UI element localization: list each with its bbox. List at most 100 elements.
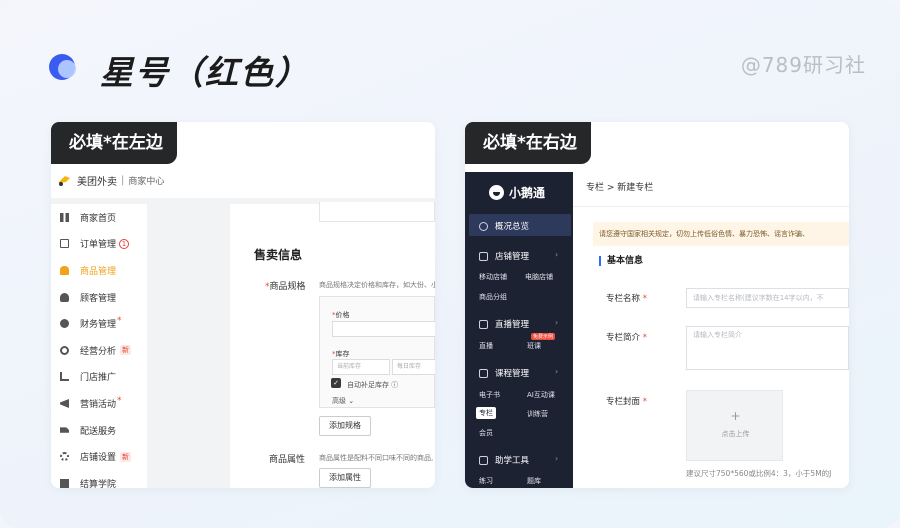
spec-hint: 商品规格决定价格和库存，如大份、小 (319, 281, 435, 289)
xiaoe-logo-icon (489, 184, 504, 200)
column-name-input[interactable]: 请输入专栏名称(建议字数在14字以内，不 (686, 288, 849, 308)
chevron-right-icon: › (555, 318, 559, 327)
menu-sub-question-bank[interactable]: 题库 (527, 476, 541, 486)
page-title: 星号（红色） (100, 53, 310, 92)
attr-hint: 商品属性是配料不同口味不同的商品, (319, 454, 434, 462)
sidebar-item-label: 营销活动 (80, 399, 117, 410)
menu-overview[interactable]: 概况总览 (479, 220, 529, 232)
new-dot: * (117, 396, 122, 407)
menu-sub-ai-course[interactable]: AI互动课 (527, 390, 555, 400)
menu-course-management[interactable]: 课程管理 (479, 367, 529, 379)
sidebar-item-label: 商品管理 (80, 266, 117, 277)
brand-watermark: @789研习社 (740, 53, 866, 77)
sidebar-item-delivery[interactable]: 配送服务 (51, 417, 147, 444)
sidebar-item-customers[interactable]: 顾客管理 (51, 284, 147, 311)
menu-sub-goods-group[interactable]: 商品分组 (479, 292, 507, 302)
compliance-notice: 请您遵守国家相关规定，切勿上传低俗色情、暴力恐怖、谣言诈骗、 (593, 222, 849, 246)
header-separator: | (121, 174, 125, 186)
xiaoe-logo: 小鹅通 (465, 172, 573, 212)
new-badge: 新 (120, 451, 132, 462)
meituan-header: 美团外卖 | 商家中心 (51, 166, 435, 194)
sidebar-item-store-settings[interactable]: 店铺设置 新 (51, 443, 147, 470)
store-icon (479, 251, 488, 261)
menu-sub-pc-store[interactable]: 电脑店铺 (525, 272, 553, 282)
menu-sub-mobile-store[interactable]: 移动店铺 (479, 272, 507, 282)
dashboard-icon (479, 221, 488, 231)
stock-label: *库存 (332, 350, 350, 358)
spec-label: *商品规格 (265, 282, 306, 292)
column-cover-label: 专栏封面 * (606, 397, 647, 407)
chevron-right-icon: › (555, 367, 559, 376)
sidebar-item-label: 商家首页 (80, 213, 117, 224)
auto-restock-checkbox[interactable]: ✓ (331, 378, 341, 388)
finance-icon (60, 319, 69, 329)
price-label: *价格 (332, 311, 350, 319)
sidebar-item-marketing[interactable]: 营销活动 * (51, 390, 147, 417)
menu-live-management[interactable]: 直播管理 (479, 318, 529, 330)
upload-hint: 建议尺寸750*560或比例4：3，小于5M的J (686, 469, 832, 478)
menu-store-management[interactable]: 店铺管理 (479, 250, 529, 262)
menu-sub-practice[interactable]: 练习 (479, 476, 493, 486)
upload-label: 点击上传 (721, 430, 750, 438)
cover-upload-box[interactable]: + 点击上传 (686, 390, 783, 461)
title-bullet-icon (49, 54, 76, 80)
chevron-right-icon: › (555, 454, 559, 463)
promo-icon (60, 372, 69, 382)
column-intro-textarea[interactable]: 请输入专栏简介 (686, 326, 849, 370)
right-example-card: 必填*在右边 小鹅通 概况总览 店铺管理 › 移动店铺 电脑店铺 商品分组 直播… (465, 122, 849, 488)
sidebar-item-goods[interactable]: 商品管理 (51, 257, 147, 284)
menu-sub-member[interactable]: 会员 (479, 428, 493, 438)
sidebar-item-school[interactable]: 结算学院 (51, 470, 147, 488)
sidebar-item-finance[interactable]: 财务管理 * (51, 310, 147, 337)
sidebar-item-label: 顾客管理 (80, 293, 117, 304)
price-input[interactable] (332, 321, 435, 337)
course-icon (479, 368, 488, 378)
sidebar-item-label: 店铺设置 (80, 453, 117, 464)
sidebar-item-label: 结算学院 (80, 479, 117, 488)
menu-sub-class[interactable]: 班课 (527, 341, 541, 351)
add-spec-button[interactable]: 添加规格 (319, 416, 371, 436)
sidebar-item-label: 门店推广 (80, 373, 117, 384)
meituan-brand: 美团外卖 (77, 176, 117, 188)
plus-icon: + (730, 409, 741, 423)
spec-box: *价格 *库存 当前库存 每日库存 自动补足库存 ⓘ 高级 ⌄ (319, 296, 435, 408)
order-icon (60, 239, 69, 249)
stock-current-input[interactable]: 当前库存 (332, 359, 390, 375)
user-icon (60, 292, 69, 302)
attr-label: 商品属性 (269, 455, 306, 465)
advanced-toggle[interactable]: 高级 ⌄ (332, 396, 354, 406)
settings-icon (60, 452, 69, 462)
meituan-sidebar: 商家首页 订单管理 1 商品管理 顾客管理 财务管理 * 经营分析 新 门店推广… (51, 204, 147, 488)
sidebar-item-label: 经营分析 (80, 346, 117, 357)
header-divider (573, 206, 849, 207)
school-icon (60, 478, 69, 488)
breadcrumb: 专栏 > 新建专栏 (586, 183, 654, 193)
stock-daily-input[interactable]: 每日库存 (392, 359, 435, 375)
auto-restock-label: 自动补足库存 ⓘ (347, 381, 399, 389)
add-attr-button[interactable]: 添加属性 (319, 468, 371, 488)
column-name-label: 专栏名称 * (606, 294, 647, 304)
chevron-right-icon: › (555, 250, 559, 259)
slide: 星号（红色） @789研习社 必填*在左边 美团外卖 | 商家中心 商家首页 订… (0, 0, 900, 528)
menu-sub-camp[interactable]: 训练营 (527, 409, 548, 419)
marketing-icon (60, 398, 69, 408)
new-badge: 新 (120, 345, 132, 356)
new-dot: * (117, 316, 122, 327)
sale-info-title: 售卖信息 (254, 248, 303, 262)
menu-study-tools[interactable]: 助学工具 (479, 454, 529, 466)
sidebar-item-orders[interactable]: 订单管理 1 (51, 231, 147, 258)
right-card-tag: 必填*在右边 (465, 122, 591, 164)
left-card-tag: 必填*在左边 (51, 122, 177, 164)
menu-sub-ebook[interactable]: 电子书 (479, 390, 500, 400)
sidebar-item-home[interactable]: 商家首页 (51, 204, 147, 231)
sidebar-item-promotion[interactable]: 门店推广 (51, 364, 147, 391)
top-input-box[interactable] (319, 202, 435, 222)
order-count-badge: 1 (119, 238, 130, 249)
hot-badge: 免费示例 (531, 333, 556, 340)
sidebar-item-analysis[interactable]: 经营分析 新 (51, 337, 147, 364)
menu-sub-live[interactable]: 直播 (479, 341, 493, 351)
sidebar-item-label: 配送服务 (80, 426, 117, 437)
menu-sub-column[interactable]: 专栏 (476, 407, 496, 419)
delivery-icon (60, 427, 69, 433)
meituan-logo-icon (58, 176, 70, 186)
